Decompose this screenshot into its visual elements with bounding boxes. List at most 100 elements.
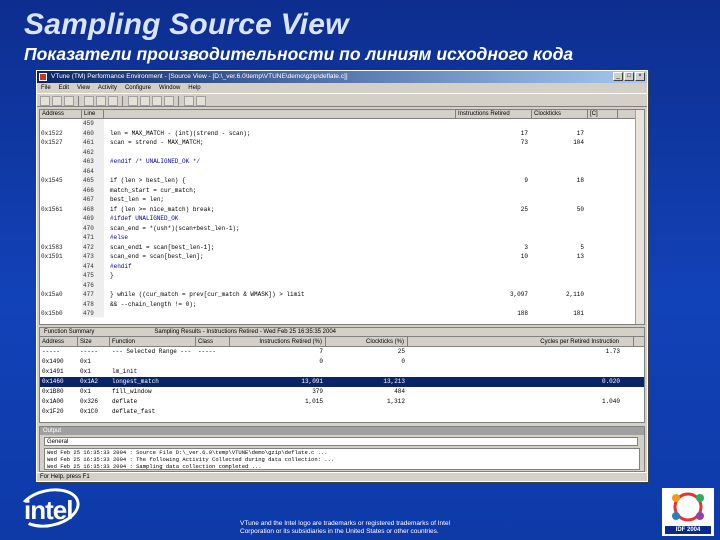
function-row[interactable]: ----- ----- --- Selected Range --- ----- 7 25…: [40, 347, 644, 357]
output-log-line: Wed Feb 25 16:35:33 2004 : The following…: [47, 456, 335, 463]
source-address: 0x1561: [41, 205, 63, 213]
toolbar-run-icon[interactable]: [84, 96, 94, 106]
col-clockticks[interactable]: Clockticks: [532, 110, 588, 118]
source-row[interactable]: 475 }: [40, 271, 644, 281]
fn-col-cpi[interactable]: Cycles per Retired Instruction: [408, 337, 634, 346]
source-instructions-retired: [456, 281, 532, 291]
output-log[interactable]: Wed Feb 25 16:35:33 2004 : Source File D…: [44, 448, 640, 470]
source-row[interactable]: 471 #else: [40, 233, 644, 243]
fn-col-function[interactable]: Function: [110, 337, 196, 346]
fn-col-class[interactable]: Class: [196, 337, 230, 346]
fn-clockticks: [326, 407, 408, 417]
source-line-number: 477: [82, 290, 104, 300]
source-scrollbar[interactable]: [635, 110, 644, 324]
source-row[interactable]: 0x15a0 477 } while ((cur_match = prev[cur…: [40, 290, 644, 300]
fn-size: 0x1C0: [80, 408, 99, 415]
fn-name: lm_init: [112, 368, 138, 375]
fn-col-instructions[interactable]: Instructions Retired (%): [230, 337, 326, 346]
menu-configure[interactable]: Configure: [125, 83, 151, 93]
output-category-select[interactable]: General: [44, 437, 638, 446]
col-address[interactable]: Address: [40, 110, 82, 118]
menu-help[interactable]: Help: [188, 83, 200, 93]
fn-address: 0x1A00: [42, 398, 64, 405]
function-body: ----- ----- --- Selected Range --- ----- 7 25…: [40, 347, 644, 417]
source-instructions-retired: [456, 271, 532, 281]
source-row[interactable]: 478 && --chain_length != 0);: [40, 299, 644, 309]
source-row[interactable]: 463 #endif /* UNALIGNED_OK */: [40, 157, 644, 167]
toolbar-source-view-icon[interactable]: [128, 96, 138, 106]
toolbar-hotspot-icon[interactable]: [152, 96, 162, 106]
function-row-selected[interactable]: 0x1460 0x1A2 longest_match 13,091 13,213 0.02…: [40, 377, 644, 387]
minimize-button[interactable]: _: [613, 72, 623, 81]
source-row[interactable]: 467 best_len = len;: [40, 195, 644, 205]
slide-subtitle: Показатели производительности по линиям …: [24, 44, 574, 64]
function-row[interactable]: 0x1A00 0x326 deflate 1,015 1,312 1.040: [40, 397, 644, 407]
function-row[interactable]: 0x1491 0x1 lm_init: [40, 367, 644, 377]
function-row[interactable]: 0x1B80 0x1 fill_window 379 484: [40, 387, 644, 397]
source-row[interactable]: 0x1591 473 scan_end = scan[best_len]; 10 13: [40, 252, 644, 262]
toolbar-pause-icon[interactable]: [108, 96, 118, 106]
source-row[interactable]: 474 #endif: [40, 261, 644, 271]
menu-file[interactable]: File: [41, 83, 51, 93]
function-row[interactable]: 0x1490 0x1 0 0: [40, 357, 644, 367]
toolbar-find-icon[interactable]: [184, 96, 194, 106]
source-instructions-retired: [456, 214, 532, 224]
source-row[interactable]: 476: [40, 280, 644, 291]
fn-col-clockticks[interactable]: Clockticks (%): [326, 337, 408, 346]
fn-cpi: 0.020: [601, 378, 620, 385]
menu-activity[interactable]: Activity: [98, 83, 117, 93]
source-extra-cell: [588, 129, 618, 139]
source-row[interactable]: 0x1545 465 if (len > best_len) {9 18: [40, 176, 644, 186]
toolbar-disassembly-icon[interactable]: [140, 96, 150, 106]
fn-instructions: 379: [312, 388, 323, 395]
source-extra-cell: [588, 271, 618, 281]
source-row[interactable]: 464: [40, 166, 644, 176]
source-address: [40, 157, 82, 167]
function-row[interactable]: 0x1F20 0x1C0 deflate_fast: [40, 407, 644, 417]
source-row[interactable]: 0x1561 468 if (len >= nice_match) break; 2…: [40, 204, 644, 214]
col-extra[interactable]: [C]: [588, 110, 618, 118]
source-row[interactable]: 469 #ifdef UNALIGNED_OK: [40, 214, 644, 224]
fn-col-size[interactable]: Size: [78, 337, 110, 346]
menu-edit[interactable]: Edit: [59, 83, 69, 93]
toolbar-zoom-icon[interactable]: [164, 96, 174, 106]
source-row[interactable]: 462: [40, 147, 644, 157]
toolbar-stop-icon[interactable]: [96, 96, 106, 106]
toolbar-help-icon[interactable]: [196, 96, 206, 106]
fn-name: --- Selected Range ---: [112, 348, 192, 355]
col-instructions-retired[interactable]: Instructions Retired: [456, 110, 532, 118]
source-row[interactable]: 0x1522 460 len = MAX_MATCH - (int)(strend…: [40, 128, 644, 139]
source-row[interactable]: 0x15b0 479 188 181: [40, 309, 644, 317]
maximize-button[interactable]: □: [624, 72, 634, 81]
toolbar-save-icon[interactable]: [64, 96, 74, 106]
toolbar-new-icon[interactable]: [40, 96, 50, 106]
source-row[interactable]: 470 scan_end = *(ush*)(scan+best_len-1);: [40, 223, 644, 233]
source-row[interactable]: 0x1583 472 scan_end1 = scan[best_len-1]; 3…: [40, 242, 644, 252]
fn-cpi: 1.040: [601, 398, 620, 405]
source-row[interactable]: 459: [40, 119, 644, 129]
source-line-number: 479: [82, 309, 104, 317]
source-line-number: 478: [82, 299, 104, 309]
source-address: 0x15a0: [41, 291, 63, 298]
menu-view[interactable]: View: [77, 83, 90, 93]
source-code: scan_end = *(ush*)(scan+best_len-1);: [110, 224, 240, 232]
trademark-notice: VTune and the Intel logo are trademarks …: [240, 520, 450, 536]
source-extra-cell: [588, 214, 618, 224]
toolbar-open-icon[interactable]: [52, 96, 62, 106]
col-code[interactable]: [104, 110, 456, 118]
source-line-number: 468: [82, 204, 104, 214]
fn-instructions: [230, 367, 326, 377]
close-button[interactable]: ×: [635, 72, 645, 81]
toolbar-separator: [78, 96, 80, 106]
source-code: scan_end = scan[best_len];: [110, 253, 204, 260]
col-line[interactable]: Line: [82, 110, 104, 118]
source-row[interactable]: 0x1527 461 scan = strend - MAX_MATCH; 73 10…: [40, 138, 644, 148]
fn-col-address[interactable]: Address: [40, 337, 78, 346]
source-line-number: 463: [82, 157, 104, 167]
source-row[interactable]: 466 match_start = cur_match;: [40, 185, 644, 195]
source-instructions-retired: 9: [524, 177, 528, 184]
window-titlebar[interactable]: VTune (TM) Performance Environment - [So…: [37, 71, 647, 83]
menu-window[interactable]: Window: [159, 83, 180, 93]
source-body[interactable]: 459 0x1522 460 len = MAX_MATCH - (int)(str…: [40, 119, 644, 317]
source-clockticks: 13: [576, 253, 584, 260]
